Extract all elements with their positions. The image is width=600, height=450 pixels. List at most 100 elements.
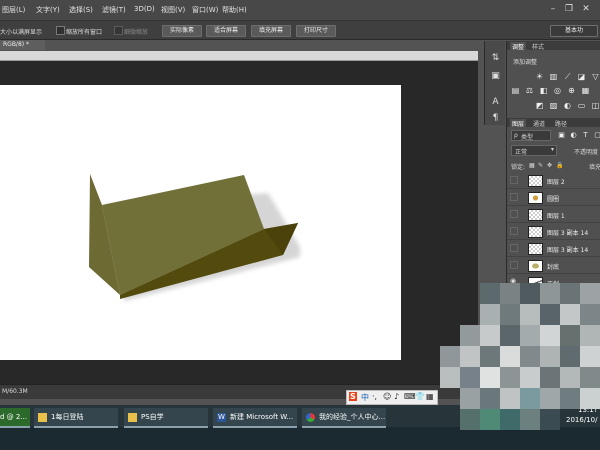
layer-thumbnail: [528, 226, 543, 238]
color-balance-icon[interactable]: ⚖: [525, 86, 534, 95]
tab-layers[interactable]: 图层: [510, 119, 527, 128]
options-bar: 大小以满屏显示 缩放所有窗口 细微缩放 实际像素 适合屏幕 填充屏幕 打印尺寸 …: [0, 21, 600, 40]
task-label: d @ 2...: [0, 413, 28, 421]
close-icon[interactable]: ✕: [580, 3, 592, 15]
sogou-logo-icon[interactable]: S: [349, 392, 357, 401]
menu-layer[interactable]: 图层(L): [2, 5, 25, 15]
workspace-switcher[interactable]: 基本功: [550, 25, 598, 37]
threshold-icon[interactable]: ◐: [563, 101, 572, 110]
visibility-toggle[interactable]: [510, 227, 518, 235]
tab-styles[interactable]: 样式: [532, 42, 544, 51]
selective-color-icon[interactable]: ◫: [591, 101, 600, 110]
character-icon[interactable]: A: [490, 97, 501, 108]
vibrance-icon[interactable]: ▽: [591, 72, 600, 81]
menu-3d[interactable]: 3D(D): [134, 5, 155, 13]
history-icon[interactable]: ⇅: [490, 53, 501, 64]
menu-filter[interactable]: 滤镜(T): [102, 5, 126, 15]
filter-pixel-icon[interactable]: ▣: [557, 131, 566, 140]
filter-search-icon: ρ: [514, 132, 518, 139]
levels-icon[interactable]: ▥: [549, 72, 558, 81]
document-tab[interactable]: RGB/8) *: [0, 40, 45, 50]
photo-filter-icon[interactable]: ◎: [553, 86, 562, 95]
invert-icon[interactable]: ◩: [535, 101, 544, 110]
toolbox-icon[interactable]: ▦: [426, 392, 434, 401]
lock-position-icon[interactable]: ✥: [547, 162, 552, 169]
visibility-toggle[interactable]: [510, 244, 518, 252]
menu-bar: 图层(L) 文字(Y) 选择(S) 滤镜(T) 3D(D) 视图(V) 窗口(W…: [0, 0, 600, 21]
layer-thumbnail: [528, 260, 543, 272]
layer-row[interactable]: 封底: [507, 257, 600, 274]
tab-paths[interactable]: 路径: [555, 119, 567, 128]
task-word[interactable]: W 新建 Microsoft W...: [213, 408, 297, 428]
visibility-toggle[interactable]: [510, 261, 518, 269]
layer-thumbnail: [528, 175, 543, 187]
lock-transparent-icon[interactable]: ▦: [529, 162, 535, 169]
layer-thumbnail: [528, 243, 543, 255]
layer-row[interactable]: 图层 3 副本 14: [507, 223, 600, 240]
tab-adjustments[interactable]: 调整: [510, 42, 527, 51]
menu-select[interactable]: 选择(S): [69, 5, 93, 15]
skin-icon[interactable]: 👕: [415, 392, 425, 401]
channel-mixer-icon[interactable]: ⊕: [567, 86, 576, 95]
color-lookup-icon[interactable]: ▦: [581, 86, 590, 95]
emoji-icon[interactable]: ☺: [383, 392, 391, 401]
fill-screen-button[interactable]: 填充屏幕: [251, 25, 291, 37]
hue-icon[interactable]: ▤: [511, 86, 520, 95]
add-adjustment-label: 添加调整: [513, 59, 538, 66]
ime-punctuation-icon[interactable]: ·,: [372, 392, 377, 401]
actions-icon[interactable]: ▣: [490, 71, 501, 82]
adjustments-tabs: 调整 样式: [507, 41, 600, 51]
task-folder-ps[interactable]: PS自学: [124, 408, 208, 428]
menu-type[interactable]: 文字(Y): [36, 5, 60, 15]
brightness-icon[interactable]: ☀: [535, 72, 544, 81]
exposure-icon[interactable]: ◪: [577, 72, 586, 81]
layer-name: 图层 3 副本 14: [547, 247, 589, 254]
box-shape-artwork: [89, 174, 300, 301]
fit-screen-button[interactable]: 适合屏幕: [206, 25, 246, 37]
black-white-icon[interactable]: ◧: [539, 86, 548, 95]
filter-type-icon[interactable]: T: [581, 131, 590, 140]
horizontal-ruler: [0, 51, 478, 61]
scrubby-zoom-checkbox[interactable]: [114, 26, 123, 35]
folder-icon: [38, 412, 47, 422]
task-folder-daily[interactable]: 1每日登陆: [34, 408, 118, 428]
ime-mode-chinese[interactable]: 中: [361, 392, 369, 403]
posterize-icon[interactable]: ▨: [549, 101, 558, 110]
gradient-map-icon[interactable]: ▭: [577, 101, 586, 110]
layer-row[interactable]: 图层 2: [507, 172, 600, 189]
menu-help[interactable]: 帮助(H): [222, 5, 247, 15]
task-label: 1每日登陆: [51, 413, 84, 421]
layer-row[interactable]: 图层 3 副本 14: [507, 240, 600, 257]
document-canvas[interactable]: [0, 85, 401, 360]
task-browser[interactable]: 我的经验_个人中心...: [302, 408, 386, 428]
actual-pixels-button[interactable]: 实际像素: [162, 25, 202, 37]
filter-adjust-icon[interactable]: ◐: [569, 131, 578, 140]
paragraph-icon[interactable]: ¶: [490, 113, 501, 124]
task-photoshop[interactable]: d @ 2...: [0, 408, 30, 428]
minimize-icon[interactable]: –: [547, 3, 559, 15]
curves-icon[interactable]: ⟋: [563, 72, 572, 81]
keyboard-icon[interactable]: ⌨: [404, 392, 416, 401]
blend-mode-value: 正常: [515, 149, 528, 156]
document-size: M/60.3M: [2, 388, 28, 395]
print-size-button[interactable]: 打印尺寸: [296, 25, 336, 37]
visibility-toggle[interactable]: [510, 193, 518, 201]
restore-icon[interactable]: ❐: [563, 3, 575, 15]
layer-name: 圆圈: [547, 196, 560, 203]
layer-filter-select[interactable]: ρ 类型: [511, 130, 551, 141]
blend-mode-select[interactable]: 正常 ▾: [511, 145, 557, 156]
visibility-toggle[interactable]: [510, 176, 518, 184]
zoom-all-checkbox[interactable]: [56, 26, 65, 35]
tab-channels[interactable]: 通道: [533, 119, 545, 128]
visibility-toggle[interactable]: [510, 210, 518, 218]
ime-toolbar: S 中 ·, ☺ ♪ ⌨ 👕 ▦: [346, 390, 438, 405]
layer-name: 封底: [547, 264, 560, 271]
voice-icon[interactable]: ♪: [394, 392, 399, 401]
menu-window[interactable]: 窗口(W): [192, 5, 218, 15]
layer-row[interactable]: 圆圈: [507, 189, 600, 206]
layer-row[interactable]: 图层 1: [507, 206, 600, 223]
lock-image-icon[interactable]: ✎: [538, 162, 543, 169]
menu-view[interactable]: 视图(V): [161, 5, 185, 15]
lock-all-icon[interactable]: 🔒: [556, 162, 563, 169]
filter-shape-icon[interactable]: ▢: [593, 131, 600, 140]
